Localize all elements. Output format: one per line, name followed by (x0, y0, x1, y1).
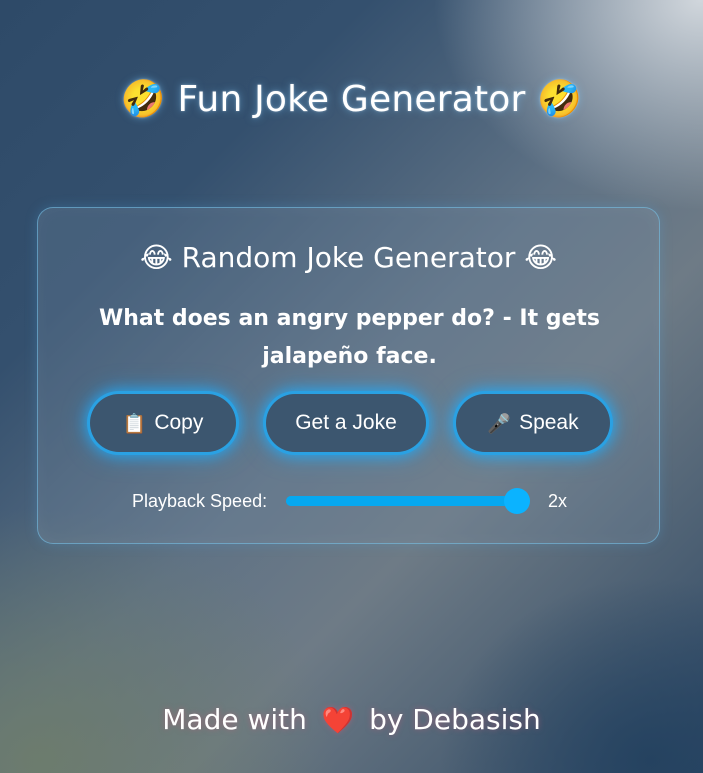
joy-emoji-icon: 😂 (140, 241, 173, 274)
microphone-icon: 🎤 (487, 412, 512, 435)
joke-card: 😂 Random Joke Generator 😂 What does an a… (37, 207, 660, 544)
copy-button[interactable]: 📋 Copy (87, 391, 239, 455)
joy-emoji-icon: 😂 (524, 241, 557, 274)
get-joke-button-label: Get a Joke (295, 411, 397, 434)
rofl-emoji-icon: 🤣 (537, 79, 583, 120)
get-joke-button[interactable]: Get a Joke (263, 391, 429, 455)
speak-button[interactable]: 🎤 Speak (453, 391, 613, 455)
page-title-text: Fun Joke Generator (177, 79, 526, 120)
clipboard-icon: 📋 (122, 412, 147, 435)
card-title: 😂 Random Joke Generator 😂 (38, 241, 659, 274)
playback-speed-label: Playback Speed: (132, 491, 268, 511)
footer-suffix: by Debasish (369, 703, 541, 736)
slider-fill (286, 496, 522, 506)
playback-speed-row: Playback Speed: 2x (38, 488, 659, 514)
page-title: 🤣 Fun Joke Generator 🤣 (0, 78, 703, 120)
heart-icon: ❤️ (321, 706, 355, 736)
playback-speed-value: 2x (548, 491, 568, 511)
joke-text: What does an angry pepper do? - It gets … (98, 306, 601, 369)
slider-thumb[interactable] (504, 488, 530, 514)
speak-button-label: Speak (519, 411, 579, 434)
rofl-emoji-icon: 🤣 (120, 79, 166, 120)
footer-prefix: Made with (162, 703, 307, 736)
footer: Made with ❤️ by Debasish (0, 703, 703, 736)
copy-button-label: Copy (154, 411, 204, 434)
playback-speed-slider[interactable] (286, 488, 530, 514)
card-title-text: Random Joke Generator (181, 241, 516, 274)
